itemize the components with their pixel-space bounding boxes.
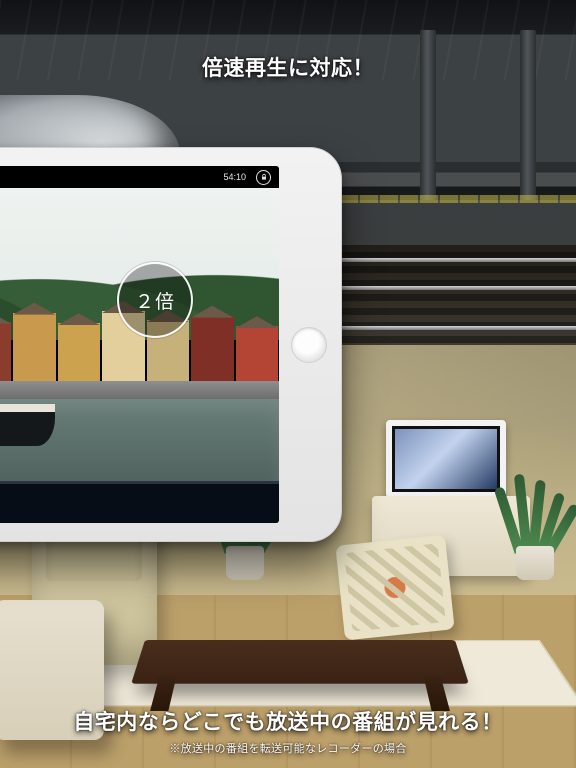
player-screen: ２倍 54:10	[0, 166, 279, 523]
player-top-bar: 54:10	[0, 166, 279, 188]
tv-screen	[386, 420, 506, 498]
home-button[interactable]	[291, 327, 327, 363]
speed-indicator[interactable]: ２倍	[117, 262, 193, 338]
coffee-table	[131, 640, 469, 684]
feature-caption-top: 倍速再生に対応！	[0, 52, 576, 82]
feature-caption-note: ※放送中の番組を転送可能なレコーダーの場合	[0, 740, 576, 756]
plant	[500, 470, 570, 580]
cushion	[335, 535, 454, 641]
tablet-device: ２倍 54:10	[0, 147, 342, 542]
speed-label: ２倍	[135, 287, 175, 314]
promo-stage: 倍速再生に対応！ 自宅内ならどこでも放送中の番組が見れる！ ※放送中の番組を転送…	[0, 0, 576, 768]
ship	[0, 358, 55, 446]
player-controls	[0, 481, 279, 523]
feature-caption-bottom: 自宅内ならどこでも放送中の番組が見れる！	[0, 706, 576, 736]
lock-icon[interactable]	[256, 170, 271, 185]
time-remaining: 54:10	[223, 172, 246, 182]
